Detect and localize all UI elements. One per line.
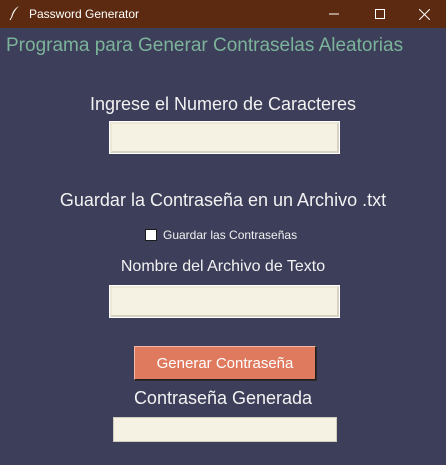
title-bar[interactable]: Password Generator <box>0 0 446 28</box>
save-to-file-label: Guardar la Contraseña en un Archivo .txt <box>59 190 387 210</box>
filename-input[interactable] <box>109 285 340 318</box>
close-icon <box>419 8 430 20</box>
character-count-input[interactable] <box>109 121 340 154</box>
filename-label: Nombre del Archivo de Texto <box>120 258 326 275</box>
feather-icon <box>8 5 22 21</box>
save-passwords-checkbox[interactable] <box>145 229 157 241</box>
maximize-button[interactable] <box>357 0 403 28</box>
close-button[interactable] <box>403 0 446 28</box>
minimize-button[interactable] <box>311 0 357 28</box>
minimize-icon <box>329 13 339 15</box>
save-passwords-checkbox-row[interactable]: Guardar las Contraseñas <box>145 227 297 243</box>
app-heading: Programa para Generar Contraselas Aleato… <box>6 35 404 56</box>
generated-password-output[interactable] <box>113 417 337 442</box>
character-count-label: Ingrese el Numero de Caracteres <box>89 94 357 114</box>
maximize-icon <box>375 9 385 19</box>
generated-password-label: Contraseña Generada <box>133 388 313 408</box>
window-title: Password Generator <box>29 7 140 21</box>
save-passwords-checkbox-label[interactable]: Guardar las Contraseñas <box>163 228 297 242</box>
generate-password-button[interactable]: Generar Contraseña <box>134 346 316 380</box>
